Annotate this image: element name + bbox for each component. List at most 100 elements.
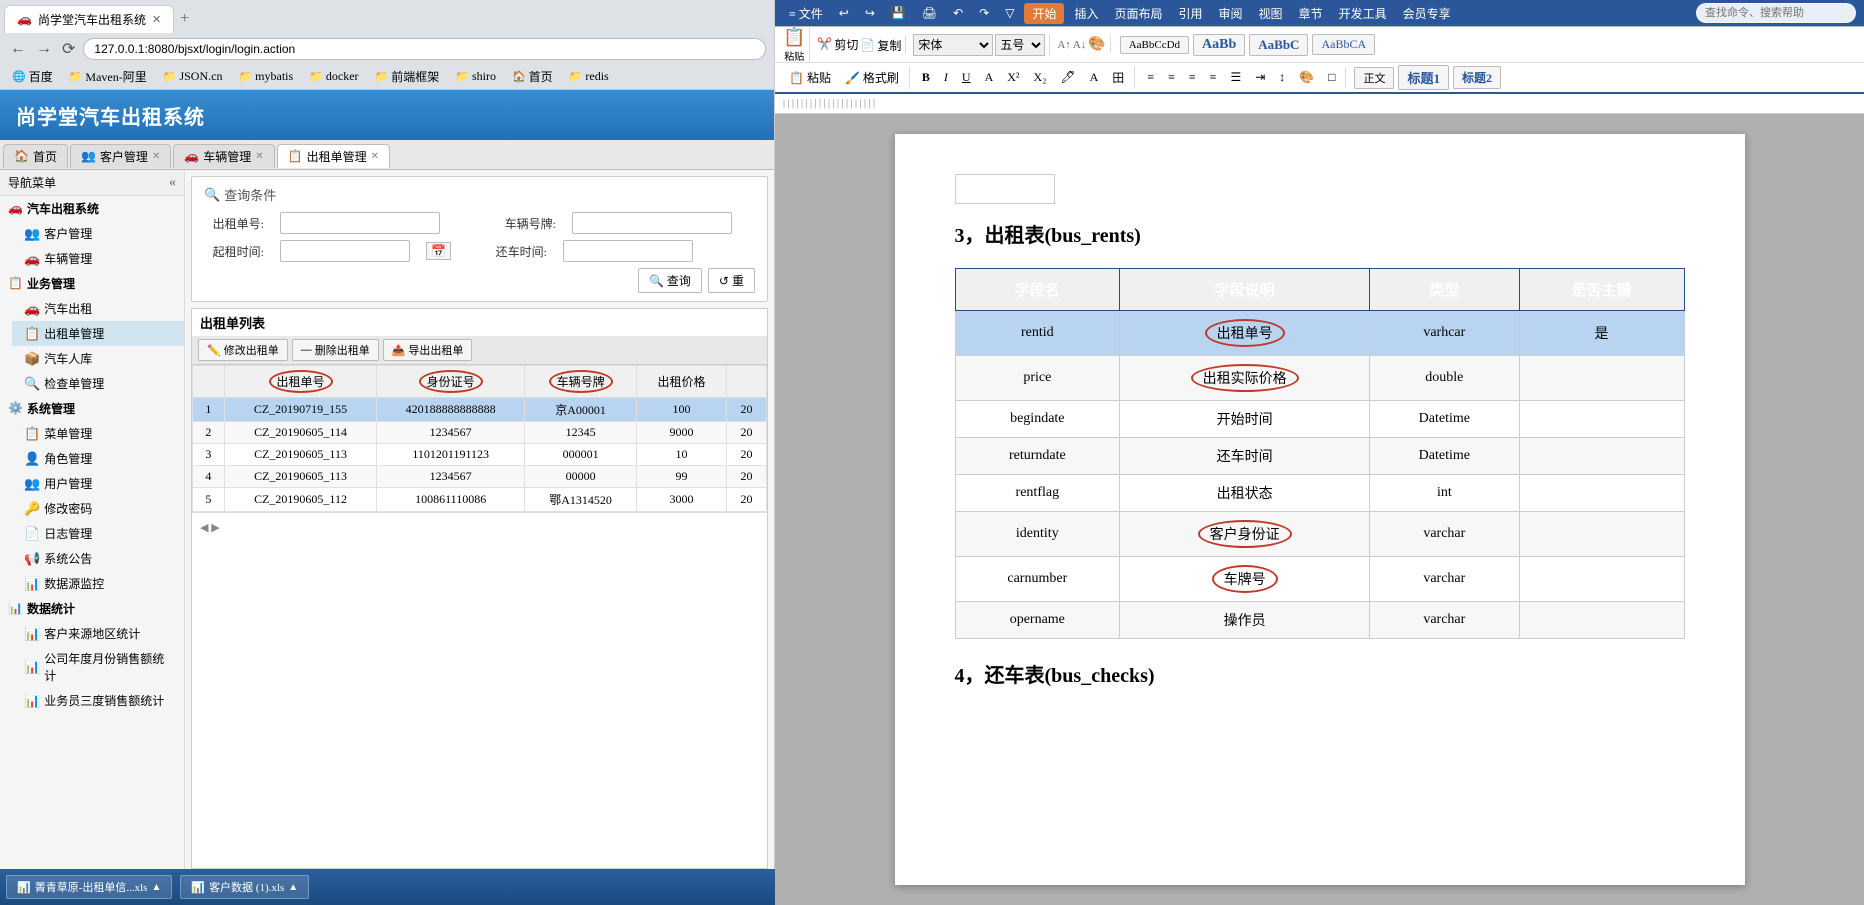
word-menu-review[interactable]: 审阅 (1213, 3, 1249, 24)
bookmark-Maven-阿里[interactable]: 📁Maven-阿里 (65, 67, 151, 86)
sidebar-collapse-btn[interactable]: « (169, 175, 176, 191)
sidebar-item-3-1[interactable]: 📊公司年度月份销售额统计 (12, 646, 184, 688)
sidebar-item-1-3[interactable]: 🔍检查单管理 (12, 371, 184, 396)
sidebar-item-2-4[interactable]: 📄日志管理 (12, 521, 184, 546)
sidebar-item-1-1[interactable]: 📋出租单管理 (12, 321, 184, 346)
spacing-btn[interactable]: ↕ (1273, 67, 1291, 88)
word-menu-redo-icon[interactable]: ↪ (859, 4, 881, 23)
word-menu-file[interactable]: ≡ 文件 (783, 3, 829, 24)
italic-btn[interactable]: I (938, 67, 954, 88)
search-input-carno[interactable] (572, 212, 732, 234)
nav-back-btn[interactable]: ← (8, 40, 28, 58)
font-color-btn-2[interactable]: A (979, 67, 1000, 88)
para-bg-btn[interactable]: 🎨 (1293, 67, 1320, 88)
sidebar-item-0-1[interactable]: 🚗车辆管理 (12, 246, 184, 271)
list-btn[interactable]: ☰ (1224, 67, 1247, 88)
bookmark-shiro[interactable]: 📁shiro (451, 68, 500, 85)
sidebar-item-3-0[interactable]: 📊客户来源地区统计 (12, 621, 184, 646)
word-menu-undo-icon[interactable]: ↩ (833, 4, 855, 23)
word-menu-ref[interactable]: 引用 (1173, 3, 1209, 24)
address-input[interactable] (83, 38, 766, 60)
paste-btn[interactable]: 📋 粘贴 (783, 27, 805, 63)
sidebar-item-3-2[interactable]: 📊业务员三度销售额统计 (12, 688, 184, 713)
font-size-select[interactable]: 五号 (995, 34, 1045, 56)
tab-close-1[interactable]: ✕ (152, 151, 160, 162)
sidebar-item-0-0[interactable]: 👥客户管理 (12, 221, 184, 246)
tab-close-btn[interactable]: ✕ (152, 13, 161, 26)
font-inc-icon[interactable]: A↑ (1057, 39, 1070, 51)
search-input-rentid[interactable] (280, 212, 440, 234)
align-right-btn[interactable]: ≡ (1183, 67, 1202, 88)
border-btn[interactable]: 田 (1106, 66, 1130, 89)
taskbar-item-2[interactable]: 📊 客户数据 (1).xls ▲ (180, 875, 309, 899)
word-menu-layout[interactable]: 页面布局 (1108, 3, 1168, 24)
sidebar-item-2-0[interactable]: 📋菜单管理 (12, 421, 184, 446)
copy-btn[interactable]: 📄 复制 (860, 37, 901, 54)
bookmark-redis[interactable]: 📁redis (565, 68, 613, 85)
sidebar-item-2-5[interactable]: 📢系统公告 (12, 546, 184, 571)
sidebar-item-2-2[interactable]: 👥用户管理 (12, 471, 184, 496)
tab-close-3[interactable]: ✕ (371, 151, 379, 162)
tab-close-2[interactable]: ✕ (255, 151, 263, 162)
sidebar-group-0[interactable]: 🚗汽车出租系统 (0, 196, 184, 221)
app-tab-1[interactable]: 👥客户管理✕ (70, 144, 171, 168)
search-input-starttime[interactable] (280, 240, 410, 262)
font-dec-icon[interactable]: A↓ (1073, 39, 1086, 51)
word-menu-undoarrow[interactable]: ↶ (947, 4, 969, 23)
bookmark-百度[interactable]: 🌐百度 (8, 67, 57, 86)
justify-btn[interactable]: ≡ (1204, 67, 1223, 88)
style-heading2[interactable]: AaBbC (1249, 34, 1308, 56)
sidebar-group-2[interactable]: ⚙️系统管理 (0, 396, 184, 421)
nav-refresh-btn[interactable]: ⟳ (60, 39, 77, 59)
reset-btn[interactable]: ↺ 重 (708, 268, 755, 293)
edit-rent-btn[interactable]: ✏️ 修改出租单 (198, 339, 288, 361)
style-heading1[interactable]: AaBb (1193, 34, 1245, 56)
word-menu-redoarrow[interactable]: ↷ (973, 4, 995, 23)
calendar-btn-start[interactable]: 📅 (426, 242, 451, 260)
browser-tab-active[interactable]: 🚗 尚学堂汽车出租系统 ✕ (4, 5, 174, 33)
sidebar-item-2-3[interactable]: 🔑修改密码 (12, 496, 184, 521)
style-heading3[interactable]: AaBbCA (1312, 34, 1375, 55)
paste-btn-2[interactable]: 📋 粘贴 (783, 66, 837, 89)
sidebar-item-2-6[interactable]: 📊数据源监控 (12, 571, 184, 596)
tab-new-btn[interactable]: + (180, 11, 189, 27)
sidebar-item-2-1[interactable]: 👤角色管理 (12, 446, 184, 471)
export-rent-btn[interactable]: 📤 导出出租单 (383, 339, 473, 361)
sidebar-group-3[interactable]: 📊数据统计 (0, 596, 184, 621)
delete-rent-btn[interactable]: — 删除出租单 (292, 339, 379, 361)
indent-btn[interactable]: ⇥ (1249, 67, 1271, 88)
superscript-btn[interactable]: X² (1001, 67, 1025, 88)
app-tab-3[interactable]: 📋出租单管理✕ (277, 144, 390, 168)
word-menu-view[interactable]: 视图 (1253, 3, 1289, 24)
word-menu-dev[interactable]: 开发工具 (1333, 3, 1393, 24)
bookmark-docker[interactable]: 📁docker (305, 68, 362, 85)
word-menu-vip[interactable]: 会员专享 (1397, 3, 1457, 24)
word-doc-area[interactable]: 3，出租表(bus_rents) 字段名 字段说明 类型 是否主键 rentid (775, 114, 1864, 905)
bookmark-JSON.cn[interactable]: 📁JSON.cn (159, 68, 227, 85)
word-menu-insert[interactable]: 插入 (1068, 3, 1104, 24)
search-btn[interactable]: 🔍 查询 (638, 268, 702, 293)
sidebar-item-1-0[interactable]: 🚗汽车出租 (12, 296, 184, 321)
bookmark-mybatis[interactable]: 📁mybatis (234, 68, 297, 85)
taskbar-item-1[interactable]: 📊 菁青草原-出租单信...xls ▲ (6, 875, 172, 899)
word-menu-chapter[interactable]: 章节 (1293, 3, 1329, 24)
highlight-btn[interactable]: 🖊 (1054, 67, 1081, 88)
underline-btn[interactable]: U (956, 67, 977, 88)
style-h1-2[interactable]: 标题1 (1398, 65, 1449, 90)
style-h2-2[interactable]: 标题2 (1453, 66, 1501, 89)
align-center-btn[interactable]: ≡ (1162, 67, 1181, 88)
font-color-icon[interactable]: 🎨 (1088, 36, 1105, 53)
bookmark-首页[interactable]: 🏠首页 (508, 67, 557, 86)
app-tab-0[interactable]: 🏠首页 (3, 144, 68, 168)
bold-btn[interactable]: B (916, 67, 936, 88)
para-border-btn[interactable]: □ (1322, 67, 1341, 88)
nav-forward-btn[interactable]: → (34, 40, 54, 58)
align-left-btn[interactable]: ≡ (1141, 67, 1160, 88)
format-painter-btn[interactable]: 🖌️ 格式刷 (839, 66, 905, 89)
font-select[interactable]: 宋体 (913, 34, 993, 56)
word-search-input[interactable] (1696, 3, 1856, 23)
char-bg-btn[interactable]: A (1084, 67, 1105, 88)
sidebar-item-1-2[interactable]: 📦汽车人库 (12, 346, 184, 371)
style-normal-2[interactable]: 正文 (1354, 67, 1394, 89)
sidebar-group-1[interactable]: 📋业务管理 (0, 271, 184, 296)
